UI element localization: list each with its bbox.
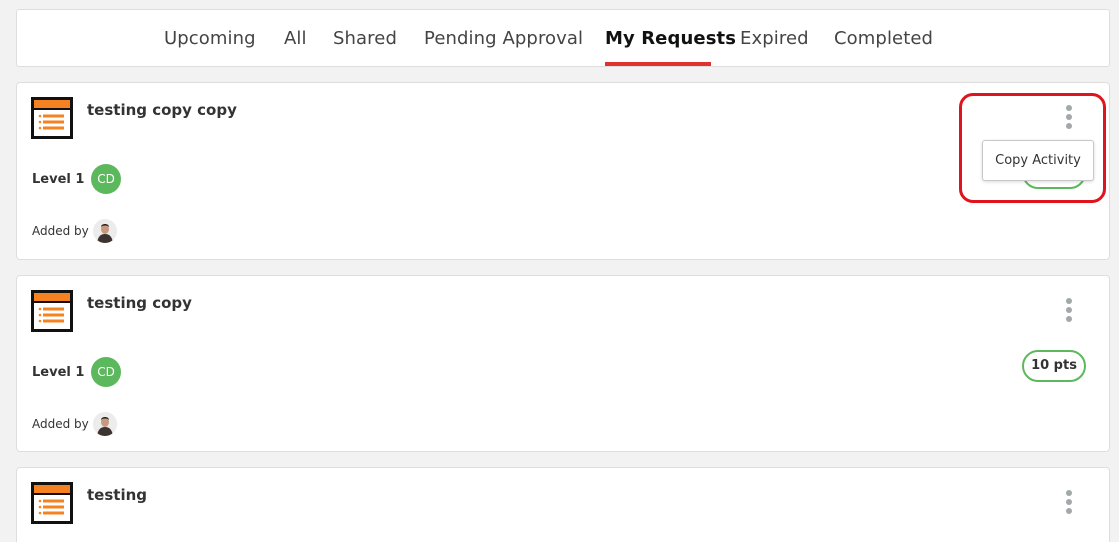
tab-pending-approval[interactable]: Pending Approval bbox=[424, 28, 583, 49]
tabs-bar: Upcoming All Shared Pending Approval My … bbox=[16, 9, 1110, 67]
assignee-avatar: CD bbox=[91, 357, 121, 387]
activity-card[interactable]: testing bbox=[16, 467, 1110, 542]
added-by-label: Added by bbox=[32, 224, 89, 238]
added-by-label: Added by bbox=[32, 417, 89, 431]
tab-upcoming[interactable]: Upcoming bbox=[164, 28, 256, 49]
active-tab-indicator bbox=[605, 62, 711, 66]
activity-list-icon bbox=[31, 97, 73, 139]
card-title[interactable]: testing copy copy bbox=[87, 101, 237, 119]
user-avatar bbox=[93, 219, 117, 243]
kebab-menu-icon[interactable] bbox=[1064, 105, 1074, 131]
tab-expired[interactable]: Expired bbox=[740, 28, 809, 49]
tab-completed[interactable]: Completed bbox=[834, 28, 933, 49]
card-title[interactable]: testing bbox=[87, 486, 147, 504]
tab-my-requests[interactable]: My Requests bbox=[605, 28, 736, 49]
activity-list-icon bbox=[31, 482, 73, 524]
copy-activity-menu-item[interactable]: Copy Activity bbox=[982, 140, 1094, 181]
level-label: Level 1 bbox=[32, 365, 85, 380]
kebab-menu-icon[interactable] bbox=[1064, 298, 1074, 324]
activity-card[interactable]: testing copy Level 1 CD Added by 10 pts bbox=[16, 275, 1110, 452]
tab-shared[interactable]: Shared bbox=[333, 28, 397, 49]
user-avatar bbox=[93, 412, 117, 436]
assignee-avatar: CD bbox=[91, 164, 121, 194]
level-label: Level 1 bbox=[32, 172, 85, 187]
tab-all[interactable]: All bbox=[284, 28, 307, 49]
points-badge: 10 pts bbox=[1022, 350, 1086, 382]
activity-card[interactable]: testing copy copy Level 1 CD Added by 10… bbox=[16, 82, 1110, 260]
card-title[interactable]: testing copy bbox=[87, 294, 192, 312]
kebab-menu-icon[interactable] bbox=[1064, 490, 1074, 516]
activity-list-icon bbox=[31, 290, 73, 332]
